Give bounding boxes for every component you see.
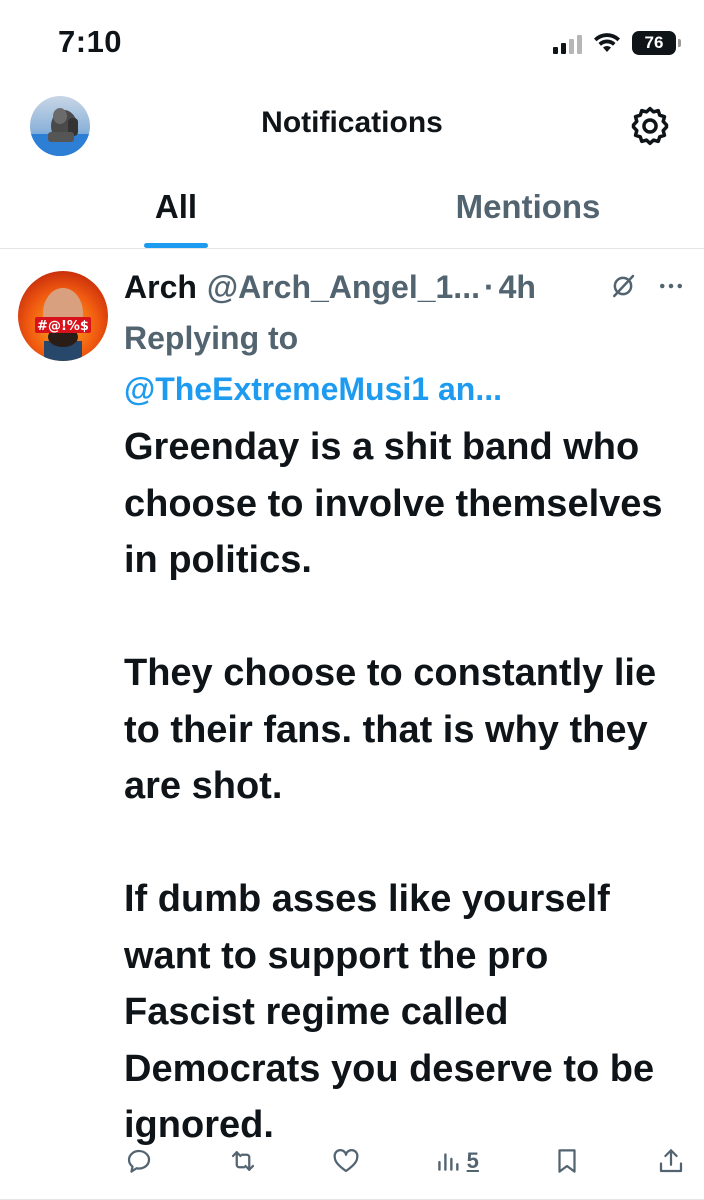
tweet-header: Arch @Arch_Angel_1... · 4h [124, 265, 686, 309]
more-options-icon[interactable] [656, 271, 686, 301]
views-icon [437, 1153, 459, 1171]
heart-icon [333, 1149, 359, 1173]
replying-to-label: Replying to [124, 320, 299, 356]
share-icon [659, 1149, 683, 1173]
tweet-header-actions [608, 271, 686, 301]
tweet-paragraph: They choose to constantly lie to their f… [124, 652, 657, 807]
tweet-paragraph: If dumb asses like yourself want to supp… [124, 878, 655, 1146]
author-handle[interactable]: @Arch_Angel_1... [207, 269, 480, 306]
tweet-paragraph: Greenday is a shit band who choose to in… [124, 426, 663, 581]
views-count: 5 [466, 1148, 479, 1173]
tab-all[interactable]: All [0, 172, 352, 248]
tweet-action-bar: 5 [124, 1141, 686, 1181]
wifi-icon [594, 33, 620, 52]
separator-dot: · [483, 268, 495, 305]
reply-button[interactable] [124, 1146, 154, 1176]
tweet-author-avatar[interactable]: #@!%$ [18, 271, 108, 361]
bookmark-icon [558, 1149, 577, 1173]
active-tab-indicator [144, 243, 208, 248]
tab-mentions[interactable]: Mentions [352, 172, 704, 248]
tweet-time: 4h [498, 268, 536, 305]
settings-button[interactable] [624, 100, 676, 152]
tweet-body: Arch @Arch_Angel_1... · 4h Replying to @… [124, 265, 686, 1154]
avatar-censor-text: #@!%$ [37, 319, 89, 334]
reply-target-link[interactable]: @TheExtremeMusi1 an... [124, 361, 686, 417]
tweet-text: Greenday is a shit band who choose to in… [124, 419, 686, 1154]
author-name[interactable]: Arch [124, 269, 197, 306]
author-avatar-image: #@!%$ [18, 271, 108, 361]
tab-all-label: All [154, 188, 198, 225]
bookmark-button[interactable] [552, 1146, 582, 1176]
notification-tabs: All Mentions [0, 172, 704, 249]
tab-mentions-label: Mentions [455, 188, 601, 225]
views-button[interactable]: 5 [435, 1148, 479, 1174]
header: Notifications [0, 80, 704, 172]
signal-icon [553, 32, 582, 54]
tweet[interactable]: #@!%$ Arch @Arch_Angel_1... · 4h Replyin… [0, 249, 704, 1200]
retweet-button[interactable] [228, 1146, 258, 1176]
like-button[interactable] [331, 1146, 361, 1176]
battery-level: 76 [644, 33, 664, 52]
gear-icon [631, 106, 669, 146]
status-bar: 7:10 76 [0, 0, 704, 80]
status-time: 7:10 [58, 24, 123, 59]
battery-icon: 76 [632, 31, 681, 55]
retweet-icon [231, 1151, 254, 1171]
reply-icon [127, 1149, 151, 1173]
page-title: Notifications [261, 106, 443, 139]
status-icons: 76 [553, 28, 681, 58]
share-button[interactable] [656, 1146, 686, 1176]
grok-icon[interactable] [608, 271, 638, 301]
